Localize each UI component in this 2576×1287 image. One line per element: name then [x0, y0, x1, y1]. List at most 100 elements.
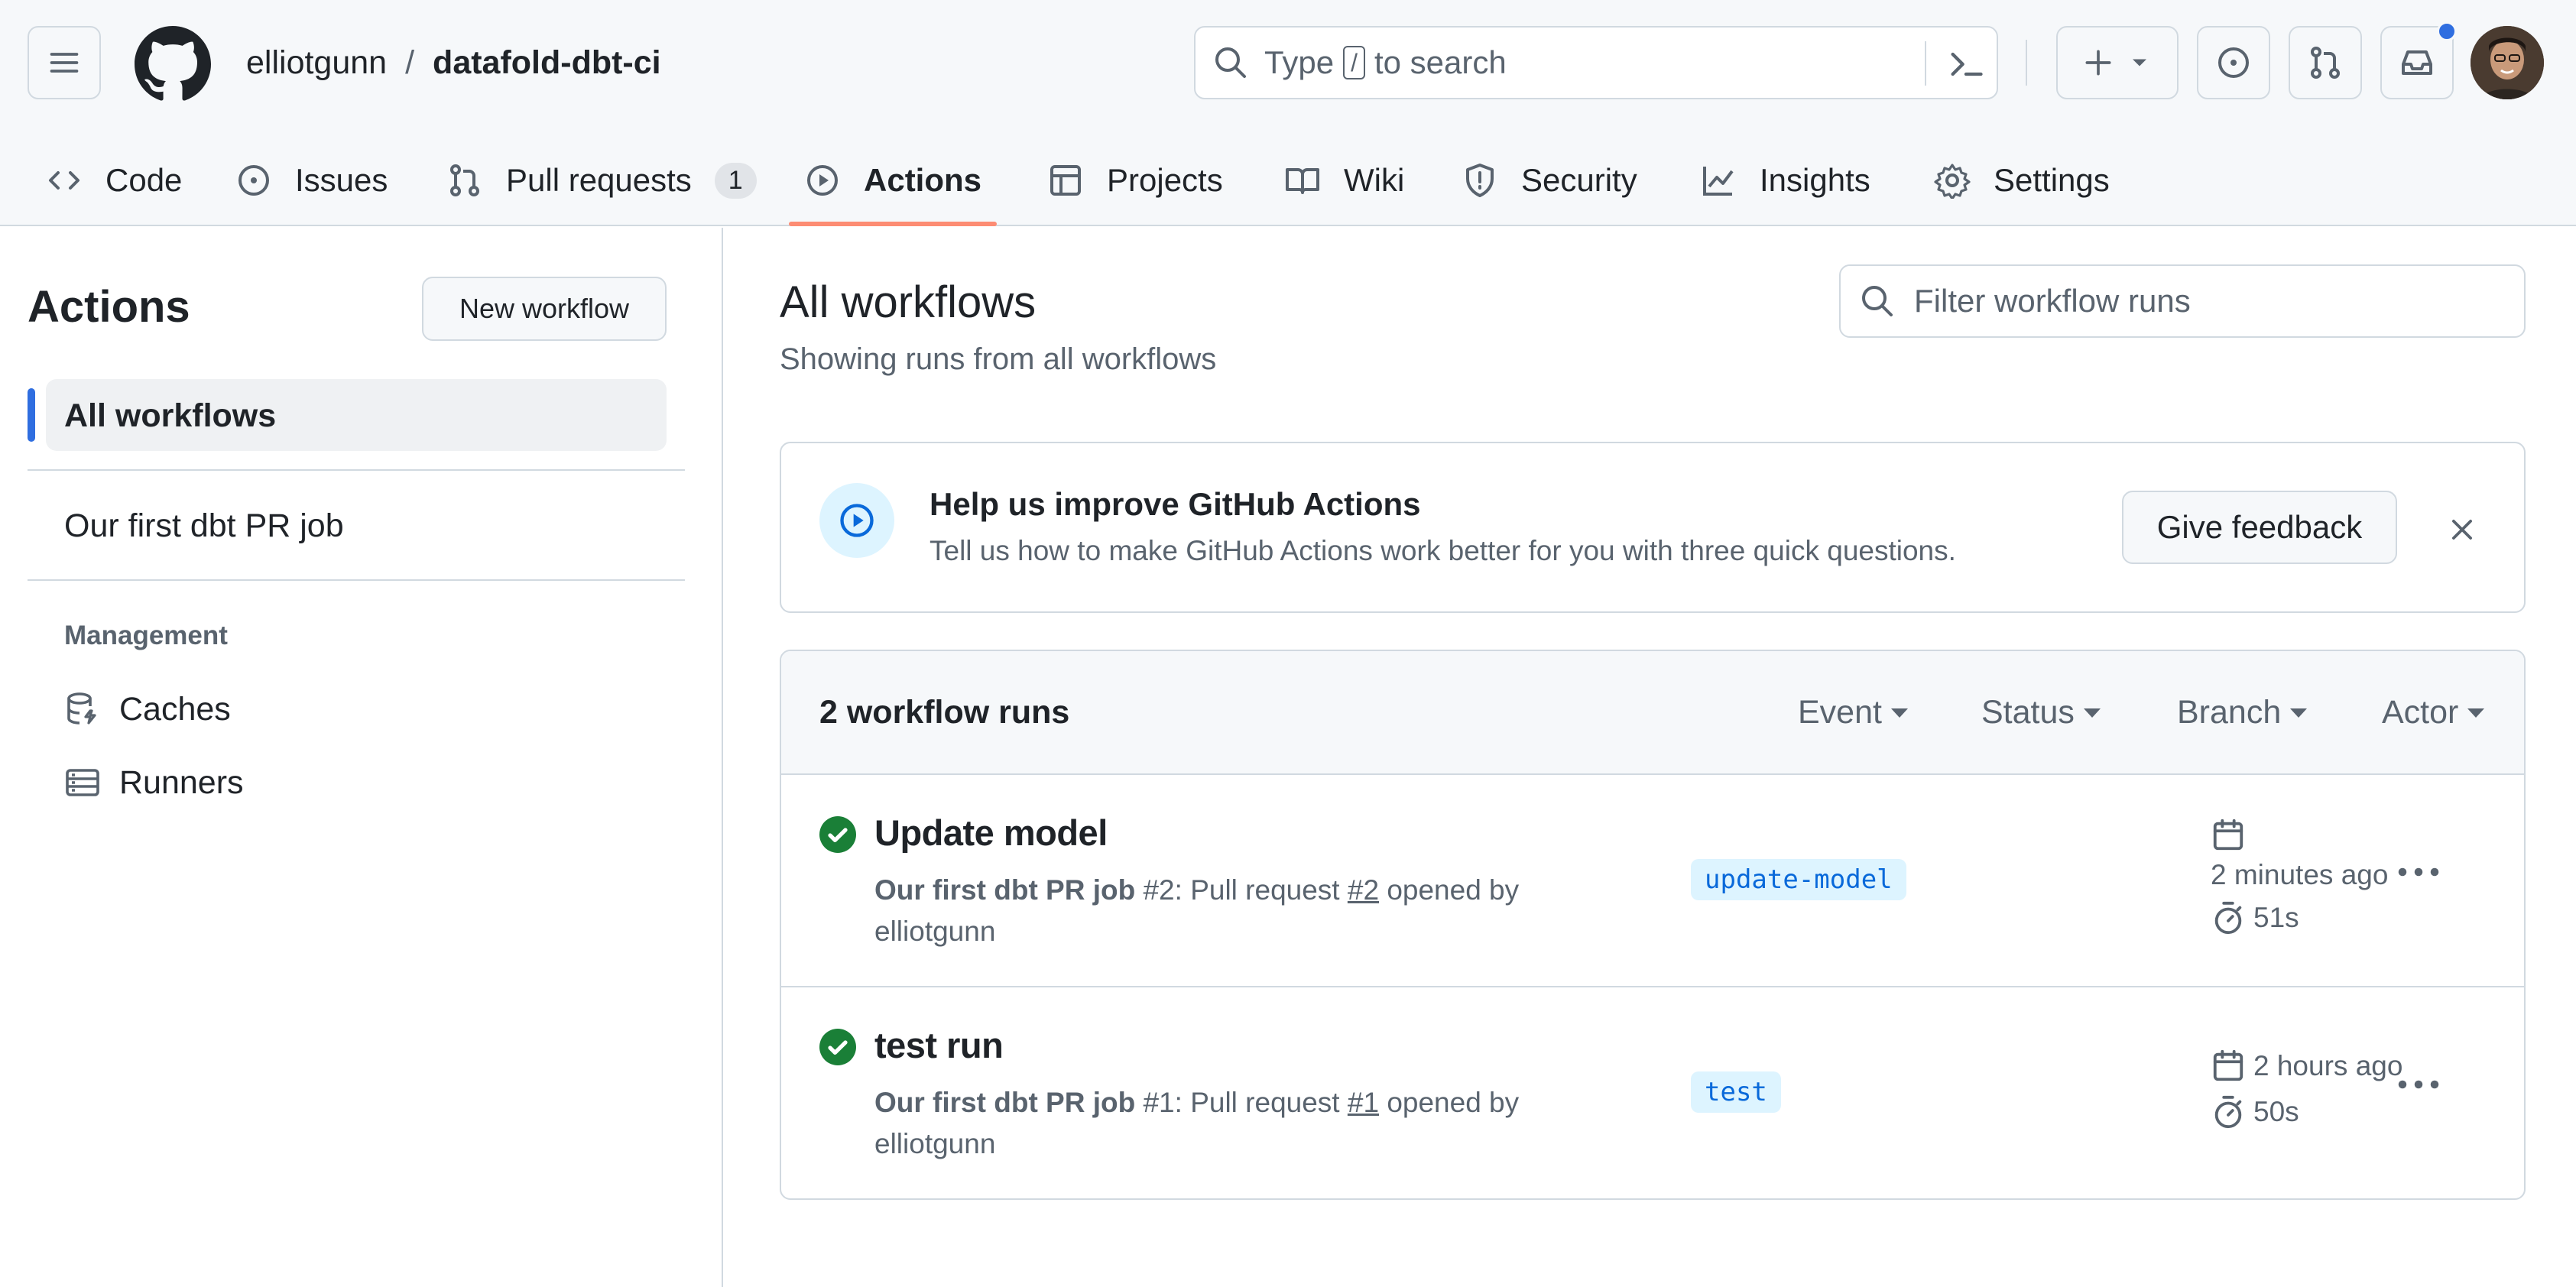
sidebar-item-our-first-dbt-pr-job[interactable]: Our first dbt PR job: [64, 507, 344, 545]
active-indicator: [28, 388, 35, 442]
event-filter-dropdown[interactable]: Event: [1798, 694, 1908, 731]
give-feedback-button[interactable]: Give feedback: [2122, 491, 2397, 564]
close-icon[interactable]: [2448, 515, 2477, 544]
create-new-button[interactable]: [2056, 26, 2179, 99]
runners-label: Runners: [119, 763, 244, 801]
search-icon: [1215, 47, 1246, 78]
tab-settings-label: Settings: [1994, 162, 2110, 198]
sidebar-divider: [28, 579, 685, 581]
run-title-link[interactable]: Update model: [874, 812, 1108, 854]
page-title: All workflows: [780, 277, 1037, 327]
run-time: 2 hours ago: [2211, 1049, 2402, 1084]
repo-name-link[interactable]: datafold-dbt-ci: [433, 44, 661, 82]
sidebar-title: Actions: [28, 282, 190, 332]
search-icon: [1862, 286, 1893, 316]
table-icon: [1050, 165, 1081, 196]
repo-owner-link[interactable]: elliotgunn: [246, 44, 387, 82]
runs-count: 2 workflow runs: [819, 694, 1070, 731]
search-placeholder-suffix: to search: [1374, 44, 1507, 80]
search-divider: [1925, 41, 1926, 86]
run-workflow-name: Our first dbt PR job: [874, 874, 1136, 906]
filter-workflow-runs-input[interactable]: Filter workflow runs: [1839, 264, 2526, 338]
run-number: #2: [1143, 874, 1175, 906]
run-workflow-name: Our first dbt PR job: [874, 1087, 1136, 1118]
banner-body: Tell us how to make GitHub Actions work …: [930, 535, 1956, 566]
repo-nav: Code Issues Pull requests 1 Actions Proj…: [0, 135, 2576, 226]
tab-security-label: Security: [1521, 162, 1637, 198]
table-row[interactable]: Update model Our first dbt PR job #2: Pu…: [781, 775, 2524, 986]
run-description: Our first dbt PR job #1: Pull request #1…: [874, 1082, 1562, 1165]
global-search-input[interactable]: Type / to search: [1194, 26, 1998, 99]
check-circle-icon: [819, 1029, 856, 1065]
kebab-horizontal-icon[interactable]: [2396, 1073, 2441, 1096]
run-duration-label: 51s: [2253, 902, 2299, 933]
calendar-icon: [2213, 819, 2243, 851]
branch-label[interactable]: update-model: [1691, 859, 1906, 900]
banner-title: Help us improve GitHub Actions: [930, 486, 1421, 522]
gear-icon: [1934, 164, 1971, 199]
branch-label[interactable]: test: [1691, 1071, 1781, 1113]
plus-icon: [2085, 50, 2111, 76]
breadcrumb-separator: /: [405, 44, 415, 81]
inbox-icon: [2402, 50, 2432, 75]
run-duration: 50s: [2211, 1094, 2299, 1130]
tab-pull-requests[interactable]: Pull requests 1: [446, 135, 757, 226]
issues-button[interactable]: [2197, 26, 2270, 99]
tab-projects-label: Projects: [1107, 162, 1223, 198]
caches-label: Caches: [119, 690, 231, 728]
status-filter-dropdown[interactable]: Status: [1981, 694, 2101, 731]
runs-list-header: 2 workflow runs Event Status Branch Acto…: [781, 651, 2524, 775]
run-duration-label: 50s: [2253, 1096, 2299, 1127]
code-icon: [49, 171, 79, 190]
tab-actions[interactable]: Actions: [789, 135, 998, 226]
run-number: #1: [1143, 1087, 1175, 1118]
actor-filter-label: Actor: [2382, 694, 2459, 731]
graph-icon: [1703, 167, 1734, 196]
pr-link[interactable]: #1: [1348, 1087, 1379, 1118]
tab-issues[interactable]: Issues: [235, 135, 388, 226]
tab-settings[interactable]: Settings: [1934, 135, 2110, 226]
sidebar-item-caches[interactable]: Caches: [64, 686, 231, 732]
pull-requests-button[interactable]: [2289, 26, 2362, 99]
new-workflow-button[interactable]: New workflow: [422, 277, 667, 341]
pr-link[interactable]: #2: [1348, 874, 1379, 906]
check-circle-icon: [819, 816, 856, 853]
tab-wiki[interactable]: Wiki: [1284, 135, 1404, 226]
run-desc-middle: : Pull request: [1174, 874, 1340, 906]
run-author: elliotgunn: [874, 916, 996, 947]
table-row[interactable]: test run Our first dbt PR job #1: Pull r…: [781, 986, 2524, 1197]
branch-filter-dropdown[interactable]: Branch: [2177, 694, 2308, 731]
calendar-icon: [2213, 1049, 2243, 1081]
run-title-link[interactable]: test run: [874, 1024, 1004, 1066]
tab-pull-requests-label: Pull requests: [506, 162, 692, 198]
pull-request-icon: [450, 164, 479, 196]
avatar-photo-icon: [2471, 26, 2544, 99]
book-icon: [1286, 168, 1319, 194]
tab-insights-label: Insights: [1760, 162, 1870, 198]
header-divider: [2026, 40, 2027, 86]
feedback-banner: Help us improve GitHub Actions Tell us h…: [780, 442, 2526, 613]
command-palette-icon[interactable]: [1946, 44, 1986, 84]
issue-icon: [238, 165, 269, 196]
sidebar-item-runners[interactable]: Runners: [64, 760, 244, 806]
actor-filter-dropdown[interactable]: Actor: [2382, 694, 2485, 731]
menu-button[interactable]: [28, 26, 101, 99]
github-logo-icon[interactable]: [135, 26, 211, 102]
tab-security[interactable]: Security: [1462, 135, 1637, 226]
filter-placeholder: Filter workflow runs: [1914, 283, 2191, 319]
kebab-horizontal-icon[interactable]: [2396, 861, 2441, 883]
management-heading: Management: [64, 621, 228, 650]
hamburger-icon: [50, 53, 79, 73]
tab-code-label: Code: [105, 162, 183, 198]
search-shortcut-key: /: [1343, 46, 1365, 79]
tab-projects[interactable]: Projects: [1047, 135, 1223, 226]
tab-insights[interactable]: Insights: [1700, 135, 1870, 226]
run-description: Our first dbt PR job #2: Pull request #2…: [874, 870, 1562, 952]
tab-actions-label: Actions: [864, 162, 982, 198]
user-avatar[interactable]: [2471, 26, 2544, 99]
banner-icon-circle: [819, 483, 894, 558]
sidebar-item-all-workflows[interactable]: All workflows: [64, 397, 276, 435]
pull-requests-count-badge: 1: [714, 162, 757, 199]
triangle-down-icon: [2467, 708, 2485, 718]
tab-code[interactable]: Code: [46, 135, 182, 226]
